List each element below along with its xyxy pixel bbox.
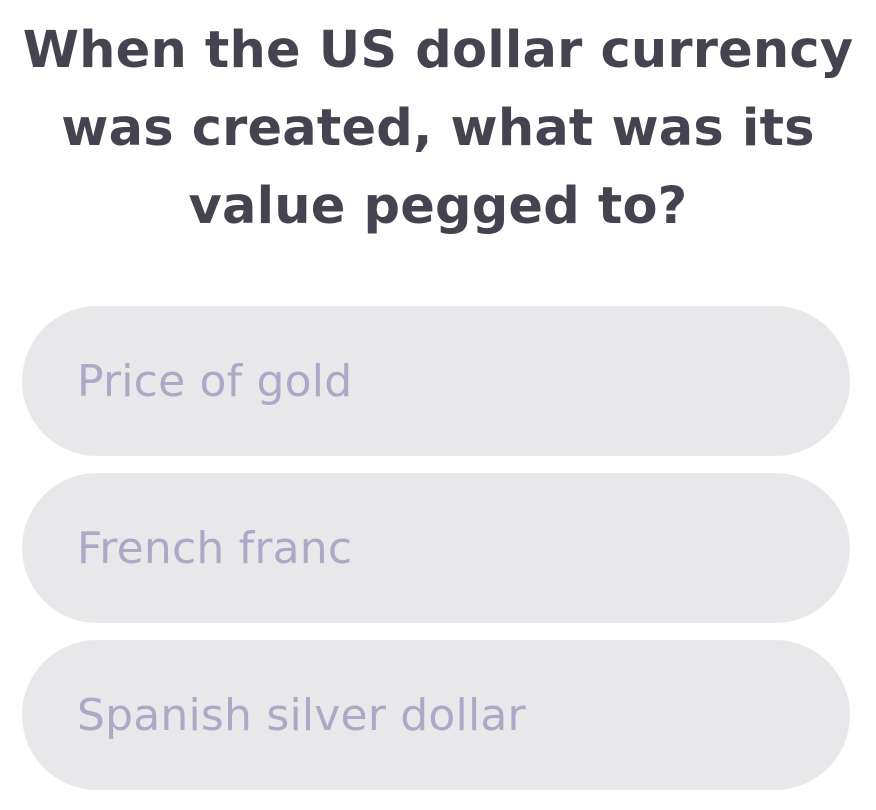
answer-option-spanish-silver-dollar[interactable]: Spanish silver dollar [22, 640, 850, 790]
answer-option-price-of-gold[interactable]: Price of gold [22, 306, 850, 456]
question-line: When the US dollar currency [22, 21, 854, 80]
answer-option-label: Price of gold [77, 355, 353, 407]
question-text: When the US dollar currency was created,… [0, 12, 876, 246]
answer-option-label: French franc [77, 522, 353, 574]
question-line: was created, what was its [61, 99, 815, 158]
question-line: value pegged to? [188, 177, 688, 236]
answer-options: Price of gold French franc Spanish silve… [22, 306, 850, 790]
answer-option-label: Spanish silver dollar [77, 689, 526, 741]
answer-option-french-franc[interactable]: French franc [22, 473, 850, 623]
